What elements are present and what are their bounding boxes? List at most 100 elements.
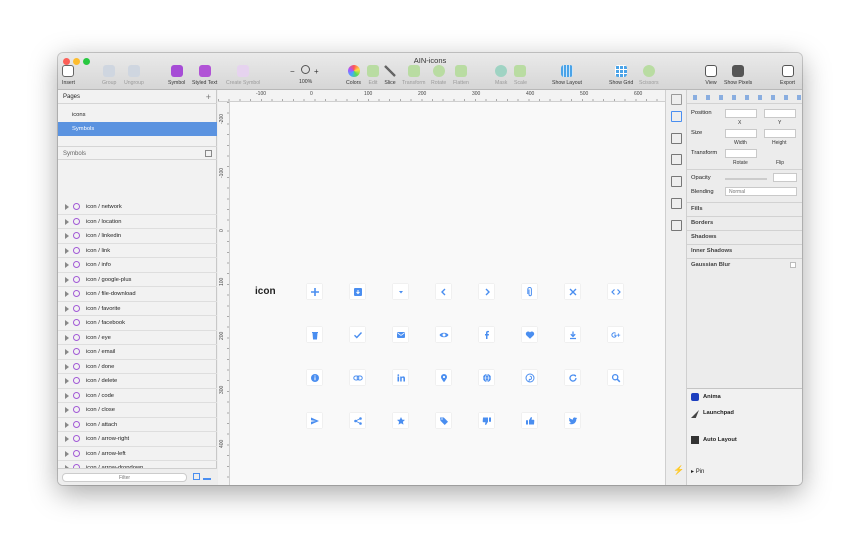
icon-tile[interactable] [436, 370, 451, 385]
icon-tile[interactable] [608, 284, 623, 299]
layer-item[interactable]: icon / info [58, 258, 217, 273]
show-layout-button[interactable]: Show Layout [552, 65, 582, 86]
icon-tile[interactable] [479, 284, 494, 299]
edit-icon[interactable] [203, 473, 211, 480]
layer-item[interactable]: icon / google-plus [58, 273, 217, 287]
icon-tile[interactable] [307, 370, 322, 385]
upload-icon[interactable] [671, 111, 682, 122]
width-field[interactable] [725, 129, 757, 138]
alignment-toolbar[interactable] [687, 90, 802, 104]
disclosure-triangle-icon[interactable] [65, 276, 69, 283]
layer-item[interactable]: icon / delete [58, 374, 217, 389]
view-button[interactable]: View [705, 65, 717, 86]
rotate-field[interactable] [725, 149, 757, 158]
blur-checkbox[interactable] [790, 262, 796, 268]
transform-button[interactable]: Transform [402, 65, 425, 86]
height-field[interactable] [764, 129, 796, 138]
layer-item[interactable]: icon / file-download [58, 287, 217, 302]
symbol-button[interactable]: Symbol [168, 65, 185, 86]
group-button[interactable]: Group [102, 65, 116, 86]
icon-tile[interactable] [436, 284, 451, 299]
borders-section[interactable]: Borders [687, 216, 802, 230]
filter-options-icon[interactable] [193, 473, 200, 480]
layer-item[interactable]: icon / favorite [58, 302, 217, 316]
layer-item[interactable]: icon / code [58, 389, 217, 403]
disclosure-triangle-icon[interactable] [65, 305, 69, 312]
disclosure-triangle-icon[interactable] [65, 363, 69, 370]
disclosure-triangle-icon[interactable] [65, 262, 69, 268]
styled-text-button[interactable]: Styled Text [192, 65, 217, 86]
show-pixels-button[interactable]: Show Pixels [724, 65, 752, 86]
stack-icon[interactable] [671, 133, 682, 144]
layer-item[interactable]: icon / email [58, 345, 217, 360]
icon-tile[interactable] [393, 370, 408, 385]
layer-item[interactable]: icon / location [58, 215, 217, 229]
icon-tile[interactable] [522, 370, 537, 385]
icon-tile[interactable] [307, 413, 322, 428]
disclosure-triangle-icon[interactable] [65, 334, 69, 341]
disclosure-triangle-icon[interactable] [65, 233, 69, 239]
lightning-icon[interactable]: ⚡ [673, 465, 684, 476]
page-item-symbols[interactable]: Symbols [58, 122, 217, 136]
layer-item[interactable]: icon / eye [58, 331, 217, 345]
opacity-field[interactable] [773, 173, 797, 182]
filter-input[interactable] [62, 473, 187, 482]
icon-tile[interactable] [307, 327, 322, 342]
layer-item[interactable]: icon / arrow-right [58, 432, 217, 447]
disclosure-triangle-icon[interactable] [65, 378, 69, 384]
zoom-in-button[interactable]: + [314, 67, 319, 76]
pin-disclosure[interactable]: ▸ Pin [691, 468, 704, 475]
disclosure-triangle-icon[interactable] [65, 349, 69, 355]
position-x-field[interactable] [725, 109, 757, 118]
zoom-control[interactable]: 100% [299, 65, 312, 85]
layer-item[interactable]: icon / done [58, 360, 217, 374]
opacity-slider[interactable] [725, 178, 767, 180]
add-page-button[interactable]: + [206, 92, 211, 102]
icon-tile[interactable] [436, 327, 451, 342]
image-add-icon[interactable] [671, 220, 682, 231]
toggle-icon[interactable] [671, 94, 682, 105]
scale-button[interactable]: Scale [514, 65, 527, 86]
canvas[interactable]: -100 0 100 200 300 400 500 600 -200 -100 0 100 200 3… [218, 90, 665, 485]
layer-item[interactable]: icon / network [58, 200, 217, 215]
icon-tile[interactable] [350, 413, 365, 428]
edit-button[interactable]: Edit [367, 65, 379, 86]
icon-tile[interactable] [522, 327, 537, 342]
export-button[interactable]: Export [780, 65, 795, 86]
ungroup-button[interactable]: Ungroup [124, 65, 144, 86]
icon-tile[interactable] [522, 413, 537, 428]
page-item-icons[interactable]: icons [58, 108, 217, 122]
layer-item[interactable]: icon / linkedin [58, 229, 217, 244]
mask-button[interactable]: Mask [495, 65, 507, 86]
disclosure-triangle-icon[interactable] [65, 421, 69, 428]
icon-tile[interactable] [393, 327, 408, 342]
layer-item[interactable]: icon / facebook [58, 316, 217, 331]
disclosure-triangle-icon[interactable] [65, 247, 69, 254]
shadows-section[interactable]: Shadows [687, 230, 802, 244]
icon-tile[interactable] [350, 284, 365, 299]
disclosure-triangle-icon[interactable] [65, 204, 69, 210]
icon-tile[interactable] [350, 370, 365, 385]
layer-item[interactable]: icon / close [58, 403, 217, 418]
slice-button[interactable]: Slice [384, 65, 396, 86]
icon-tile[interactable] [479, 370, 494, 385]
disclosure-triangle-icon[interactable] [65, 392, 69, 399]
layer-item[interactable]: icon / attach [58, 418, 217, 432]
icon-tile[interactable] [565, 413, 580, 428]
show-grid-button[interactable]: Show Grid [609, 65, 633, 86]
icon-tile[interactable] [565, 284, 580, 299]
icon-tile[interactable] [608, 370, 623, 385]
disclosure-triangle-icon[interactable] [65, 407, 69, 413]
colors-button[interactable]: Colors [346, 65, 361, 86]
blending-select[interactable]: Normal [725, 187, 797, 196]
icon-tile[interactable] [393, 413, 408, 428]
icon-tile[interactable] [350, 327, 365, 342]
position-y-field[interactable] [764, 109, 796, 118]
icon-tile[interactable] [565, 327, 580, 342]
fills-section[interactable]: Fills [687, 202, 802, 216]
icon-tile[interactable] [393, 284, 408, 299]
icon-tile[interactable] [479, 413, 494, 428]
disclosure-triangle-icon[interactable] [65, 320, 69, 326]
flatten-button[interactable]: Flatten [453, 65, 469, 86]
icon-tile[interactable] [565, 370, 580, 385]
